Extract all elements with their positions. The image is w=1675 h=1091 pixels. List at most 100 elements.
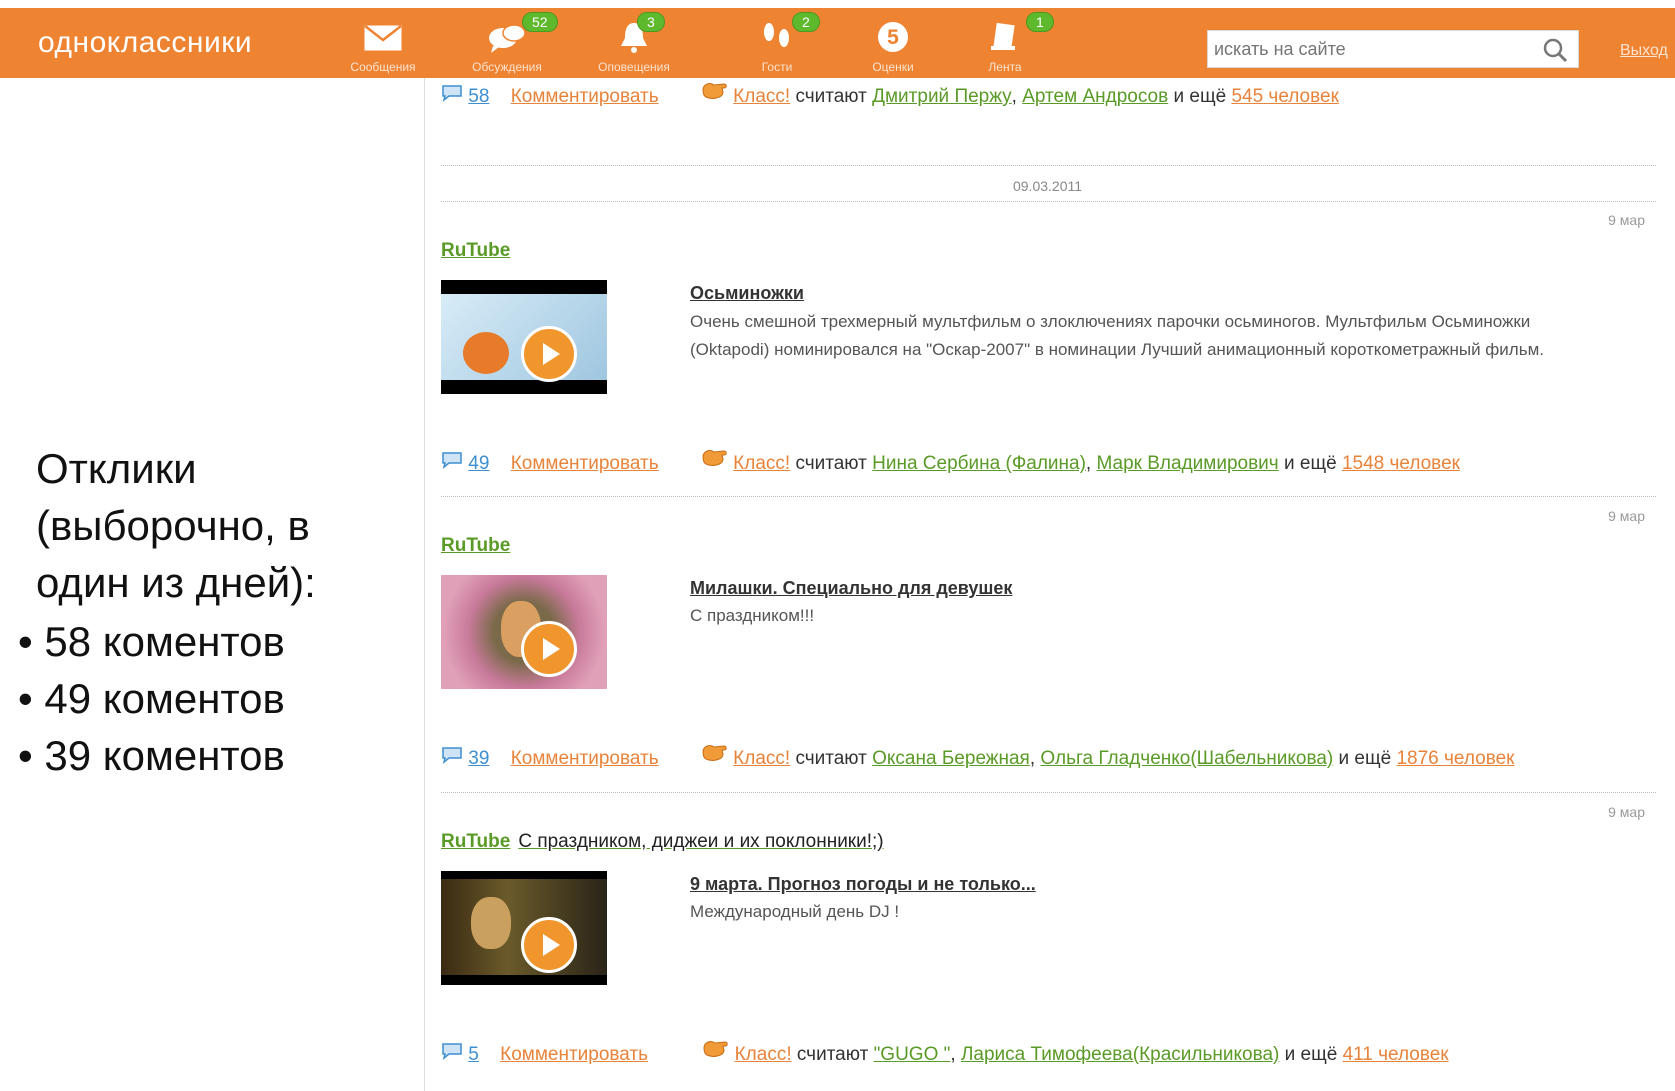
post-time: 9 мар xyxy=(1608,212,1645,228)
guests-badge: 2 xyxy=(792,12,820,32)
footprints-icon xyxy=(764,23,789,47)
top-navigation-bar: одноклассники Сообщения 52 Обсуждения 3 … xyxy=(0,8,1675,78)
notifications-badge: 3 xyxy=(637,12,665,32)
slide-bullet: • 49 коментов xyxy=(18,675,285,722)
comment-count-link[interactable]: 49 xyxy=(468,453,489,474)
video-thumbnail[interactable] xyxy=(441,575,607,689)
post-actions: 49 Комментировать Класс! считают Нина Се… xyxy=(441,445,1460,474)
user-link[interactable]: Марк Владимирович xyxy=(1096,453,1278,474)
speech-bubbles-icon xyxy=(489,24,526,53)
post-source-link[interactable]: RuTube xyxy=(441,535,510,557)
user-link[interactable]: Артем Андросов xyxy=(1022,86,1168,107)
video-thumbnail[interactable] xyxy=(441,871,607,985)
play-icon[interactable] xyxy=(521,917,577,973)
consider-text: считают xyxy=(795,452,867,474)
class-link[interactable]: Класс! xyxy=(735,1044,792,1065)
nav-label: Гости xyxy=(761,60,793,74)
class-link[interactable]: Класс! xyxy=(733,453,790,474)
feed-icon xyxy=(991,22,1015,50)
logout-link[interactable]: Выход xyxy=(1620,42,1668,60)
more-people-link[interactable]: 1548 человек xyxy=(1342,453,1460,474)
video-title-link[interactable]: 9 марта. Прогноз погоды и не только... xyxy=(690,874,1036,895)
discussions-badge: 52 xyxy=(522,12,558,32)
post-text: С праздником, диджеи и их поклонники!;) xyxy=(518,831,884,852)
comment-bubble-icon xyxy=(442,1043,462,1060)
video-thumbnail[interactable] xyxy=(441,280,607,394)
class-link[interactable]: Класс! xyxy=(733,748,790,769)
slide-bullet: • 58 коментов xyxy=(18,618,285,665)
video-title-link[interactable]: Милашки. Специально для девушек xyxy=(690,578,1012,599)
slide-caption-line: (выборочно, в xyxy=(36,502,310,549)
source-name[interactable]: RuTube xyxy=(441,240,510,261)
video-title-link[interactable]: Осьминожки xyxy=(690,283,804,304)
post-source-link[interactable]: RuTube С праздником, диджеи и их поклонни… xyxy=(441,831,884,853)
svg-text:5: 5 xyxy=(887,26,899,49)
more-people-link[interactable]: 411 человек xyxy=(1343,1044,1449,1065)
user-link[interactable]: Нина Сербина (Фалина) xyxy=(872,453,1086,474)
separator xyxy=(441,496,1656,497)
nav-label: Обсуждения xyxy=(472,60,542,74)
search-input[interactable] xyxy=(1212,35,1536,63)
class-hand-icon xyxy=(702,450,727,466)
comment-count-link[interactable]: 58 xyxy=(468,86,489,107)
nav-discussions[interactable]: 52 Обсуждения xyxy=(452,8,562,78)
search-icon[interactable] xyxy=(1542,37,1568,63)
feed-badge: 1 xyxy=(1026,12,1054,32)
nav-feed[interactable]: 1 Лента xyxy=(950,8,1060,78)
nav-label: Лента xyxy=(988,60,1022,74)
post-actions: 39 Комментировать Класс! считают Оксана … xyxy=(441,740,1514,769)
nav-ratings[interactable]: 5 Оценки xyxy=(838,8,948,78)
class-hand-icon xyxy=(702,745,727,761)
and-more-text: и ещё xyxy=(1338,747,1392,769)
comment-link[interactable]: Комментировать xyxy=(511,86,659,107)
nav-messages[interactable]: Сообщения xyxy=(328,8,438,78)
post-time: 9 мар xyxy=(1608,508,1645,524)
nav-guests[interactable]: 2 Гости xyxy=(722,8,832,78)
nav-label: Оценки xyxy=(872,60,914,74)
person-shape xyxy=(471,897,511,949)
source-name[interactable]: RuTube xyxy=(441,831,510,852)
comment-link[interactable]: Комментировать xyxy=(500,1044,648,1065)
user-link[interactable]: Ольга Гладченко(Шабельникова) xyxy=(1040,748,1333,769)
video-frame xyxy=(441,879,607,975)
nav-notifications[interactable]: 3 Оповещения xyxy=(579,8,689,78)
video-description: Очень смешной трехмерный мультфильм о зл… xyxy=(690,312,1544,359)
comment-bubble-icon xyxy=(442,85,462,102)
octopus-shape xyxy=(463,332,509,374)
post-actions: 5 Комментировать Класс! считают "GUGO ",… xyxy=(441,1036,1449,1065)
comment-link[interactable]: Комментировать xyxy=(511,453,659,474)
nav-label: Сообщения xyxy=(350,60,416,74)
video-description: Международный день DJ ! xyxy=(690,902,900,921)
video-description: С праздником!!! xyxy=(690,606,815,625)
slide-bullet: • 39 коментов xyxy=(18,732,285,779)
comment-bubble-icon xyxy=(442,452,462,469)
slide-bullet-list: • 58 коментов • 49 коментов • 39 коменто… xyxy=(18,613,285,784)
consider-text: считают xyxy=(795,85,867,107)
rating-five-icon: 5 xyxy=(878,22,908,52)
activity-feed: 58 Комментировать Класс! считают Дмитрий… xyxy=(424,78,1665,1091)
separator xyxy=(441,201,1656,202)
post-time: 9 мар xyxy=(1608,804,1645,820)
source-name[interactable]: RuTube xyxy=(441,535,510,556)
user-link[interactable]: Лариса Тимофеева(Красильникова) xyxy=(961,1044,1279,1065)
slide-caption: Отклики (выборочно, в один из дней): xyxy=(36,440,316,611)
user-link[interactable]: Дмитрий Пержу xyxy=(872,86,1012,107)
slide-caption-line: один из дней): xyxy=(36,559,316,606)
user-link[interactable]: Оксана Бережная xyxy=(872,748,1030,769)
play-icon[interactable] xyxy=(521,326,577,382)
comment-bubble-icon xyxy=(442,747,462,764)
user-link[interactable]: "GUGO " xyxy=(874,1044,951,1065)
consider-text: считают xyxy=(796,1043,869,1065)
play-icon[interactable] xyxy=(521,621,577,677)
comment-count-link[interactable]: 39 xyxy=(468,748,489,769)
class-hand-icon xyxy=(703,1041,729,1057)
and-more-text: и ещё xyxy=(1284,1043,1338,1065)
comment-count-link[interactable]: 5 xyxy=(468,1044,479,1065)
comment-link[interactable]: Комментировать xyxy=(511,748,659,769)
class-link[interactable]: Класс! xyxy=(733,86,790,107)
post-source-link[interactable]: RuTube xyxy=(441,240,510,262)
site-logo[interactable]: одноклассники xyxy=(38,26,252,60)
more-people-link[interactable]: 545 человек xyxy=(1231,86,1338,107)
more-people-link[interactable]: 1876 человек xyxy=(1396,748,1514,769)
separator xyxy=(441,165,1656,166)
